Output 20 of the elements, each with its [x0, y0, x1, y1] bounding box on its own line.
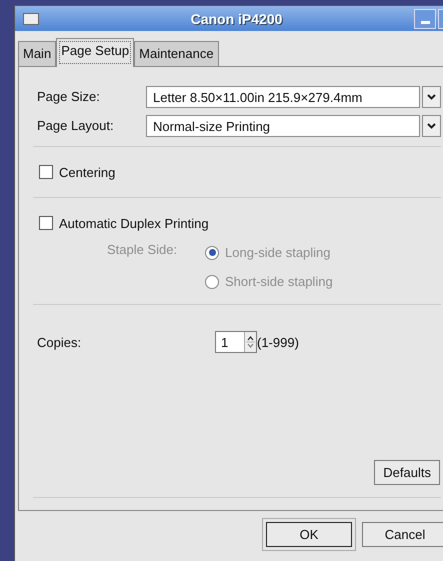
dialog-button[interactable]: Cancel — [362, 522, 443, 547]
defaults-button[interactable]: Defaults — [374, 460, 440, 485]
copies-range: (1-999) — [257, 334, 299, 350]
page-size-dropdown[interactable]: Letter 8.50×11.00in 215.9×279.4mm — [146, 86, 420, 108]
window-menu-icon[interactable] — [23, 12, 39, 24]
checkbox-label[interactable]: Centering — [59, 164, 116, 180]
field-label: Page Size: — [36, 89, 101, 104]
tab[interactable]: Maintenance — [134, 41, 219, 66]
minimize-button[interactable] — [414, 8, 436, 28]
tab[interactable]: Page Setup — [56, 38, 134, 67]
window-title: Canon iP4200 — [190, 10, 284, 26]
staple-side-label: Staple Side: — [106, 241, 178, 259]
centering-checkbox[interactable] — [39, 165, 53, 179]
copies-label: Copies: — [36, 334, 82, 350]
field-label: Page Layout: — [36, 118, 115, 133]
page-layout-dropdown[interactable]: Normal-size Printing — [146, 114, 420, 136]
copies-spinner[interactable]: 1 — [215, 331, 257, 353]
duplex-checkbox[interactable] — [39, 216, 53, 230]
tab[interactable]: Main — [18, 41, 56, 66]
checkbox-label[interactable]: Automatic Duplex Printing — [59, 216, 209, 230]
